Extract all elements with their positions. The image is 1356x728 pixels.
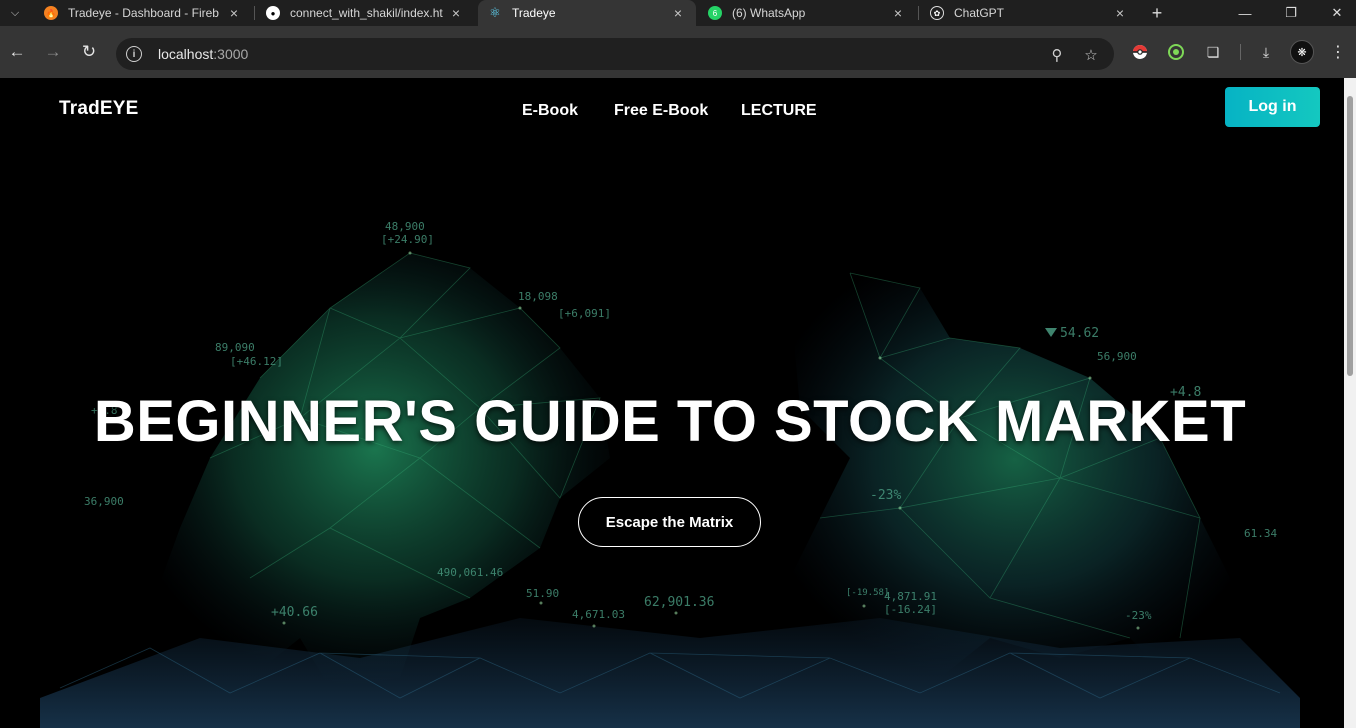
site-navbar: TradEYE E-Book Free E-Book LECTURE Log i…: [0, 78, 1344, 148]
ticker-text: 56,900: [1097, 350, 1137, 363]
chatgpt-icon: ✿: [930, 6, 944, 20]
site-logo[interactable]: TradEYE: [59, 98, 139, 120]
nav-link-lecture[interactable]: LECTURE: [741, 102, 817, 120]
tab-firebase[interactable]: 🔥 Tradeye - Dashboard - Fireb ×: [34, 0, 252, 26]
bookmark-star-icon[interactable]: ☆: [1082, 46, 1100, 64]
zoom-icon[interactable]: ⚲: [1048, 46, 1066, 64]
scrollbar-thumb[interactable]: [1347, 96, 1353, 376]
menu-icon[interactable]: ⋮: [1330, 40, 1346, 64]
ticker-text: [+24.90]: [381, 233, 434, 246]
ticker-text: [-19.58]: [846, 588, 889, 598]
firebase-icon: 🔥: [44, 6, 58, 20]
restore-button[interactable]: ❐: [1268, 0, 1314, 26]
whatsapp-icon: 6: [708, 6, 722, 20]
ticker-text: 18,098: [518, 290, 558, 303]
ticker-text: -23%: [1125, 609, 1152, 622]
tab-strip: ⌵ 🔥 Tradeye - Dashboard - Fireb × ● conn…: [0, 0, 1356, 26]
ticker-text: 61.34: [1244, 527, 1277, 540]
page-scrollbar[interactable]: [1344, 78, 1356, 728]
extensions-puzzle-icon[interactable]: ❏: [1203, 42, 1223, 62]
close-icon[interactable]: ×: [890, 5, 906, 21]
ticker-text: [+46.12]: [230, 355, 283, 368]
hero-title: BEGINNER'S GUIDE TO STOCK MARKET: [93, 389, 1247, 454]
tab-tradeye[interactable]: ⚛ Tradeye ×: [478, 0, 696, 26]
browser-toolbar: ← → ↻ i localhost:3000 ⚲ ☆ ❏ ⤓ ❋ ⋮: [0, 26, 1356, 78]
ticker-text: 490,061.46: [437, 566, 503, 579]
ticker-text: 36,900: [84, 495, 124, 508]
close-window-button[interactable]: ✕: [1314, 0, 1356, 26]
tab-title: ChatGPT: [954, 6, 1005, 20]
login-button[interactable]: Log in: [1225, 87, 1320, 127]
tab-title: (6) WhatsApp: [732, 6, 806, 20]
tab-chatgpt[interactable]: ✿ ChatGPT ×: [920, 0, 1138, 26]
download-icon[interactable]: ⤓: [1256, 42, 1276, 62]
close-icon[interactable]: ×: [448, 5, 464, 21]
ticker-text: 89,090: [215, 341, 255, 354]
target-extension-icon[interactable]: [1166, 42, 1186, 62]
close-icon[interactable]: ×: [1112, 5, 1128, 21]
url-text[interactable]: localhost:3000: [158, 46, 248, 62]
tab-github[interactable]: ● connect_with_shakil/index.ht ×: [256, 0, 474, 26]
tab-search-icon[interactable]: ⌵: [4, 3, 26, 23]
ticker-text: 4,671.03: [572, 608, 625, 621]
ticker-text: 48,900: [385, 220, 425, 233]
nav-link-free-ebook[interactable]: Free E-Book: [614, 102, 708, 120]
close-icon[interactable]: ×: [670, 5, 686, 21]
ticker-text: +40.66: [271, 605, 318, 620]
minimize-button[interactable]: —: [1222, 0, 1268, 26]
tab-title: Tradeye: [512, 6, 556, 20]
ticker-text: 54.62: [1060, 326, 1099, 341]
forward-button[interactable]: →: [41, 40, 65, 64]
pokeball-extension-icon[interactable]: [1130, 42, 1150, 62]
github-icon: ●: [266, 6, 280, 20]
nav-link-ebook[interactable]: E-Book: [522, 102, 578, 120]
ticker-text: -23%: [870, 488, 901, 503]
close-icon[interactable]: ×: [226, 5, 242, 21]
ticker-text: [-16.24]: [884, 603, 937, 616]
tab-whatsapp[interactable]: 6 (6) WhatsApp ×: [698, 0, 916, 26]
page-viewport: 48,900 [+24.90] 18,098 [+6,091] 89,090 […: [0, 78, 1344, 728]
ticker-text: [+6,091]: [558, 307, 611, 320]
tab-title: connect_with_shakil/index.ht: [290, 6, 443, 20]
new-tab-button[interactable]: +: [1146, 2, 1168, 24]
react-icon: ⚛: [489, 5, 501, 20]
reload-button[interactable]: ↻: [77, 40, 101, 64]
escape-matrix-button[interactable]: Escape the Matrix: [578, 497, 761, 547]
back-button[interactable]: ←: [5, 40, 29, 64]
tab-title: Tradeye - Dashboard - Fireb: [68, 6, 219, 20]
ticker-text: 62,901.36: [644, 595, 714, 610]
ticker-text: 51.90: [526, 587, 559, 600]
ticker-text: 4,871.91: [884, 590, 937, 603]
profile-avatar[interactable]: ❋: [1290, 40, 1314, 64]
address-bar[interactable]: i localhost:3000 ⚲ ☆: [116, 38, 1114, 70]
site-info-icon[interactable]: i: [126, 46, 142, 62]
